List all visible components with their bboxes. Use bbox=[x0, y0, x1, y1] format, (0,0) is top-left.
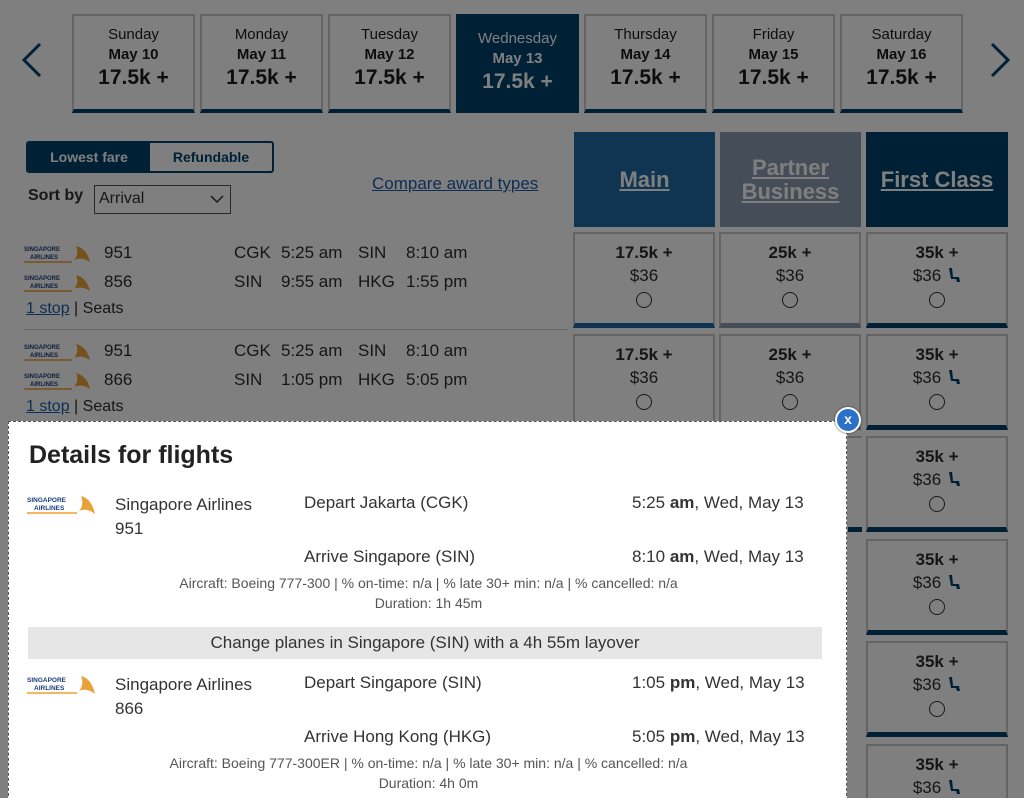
duration: Duration: 4h 0m bbox=[378, 775, 479, 791]
arrive-ampm: pm bbox=[669, 727, 696, 746]
aircraft-meta: Aircraft: Boeing 777-300 | % on-time: n/… bbox=[179, 575, 678, 591]
modal-close-button[interactable]: x bbox=[835, 407, 861, 433]
flight-number: 866 bbox=[115, 699, 144, 718]
singapore-airlines-logo: SINGAPOREAIRLINES bbox=[27, 672, 99, 703]
depart-datetime: 5:25 am, Wed, May 13 bbox=[632, 493, 804, 513]
depart-label: Depart Singapore (SIN) bbox=[304, 673, 482, 692]
modal-segment: SINGAPORE AIRLINES Singapore Airlines 866 … bbox=[9, 602, 848, 791]
arrive-date: , Wed, May 13 bbox=[695, 727, 805, 746]
close-icon: x bbox=[844, 411, 852, 427]
airline-info: Singapore Airlines 866 bbox=[115, 673, 252, 721]
arrive-datetime: 5:05 pm, Wed, May 13 bbox=[632, 727, 805, 747]
arrive-time: 8:10 bbox=[632, 547, 666, 566]
arrive-ampm: am bbox=[669, 547, 695, 566]
depart-label: Depart Jakarta (CGK) bbox=[304, 493, 469, 512]
airline-name: Singapore Airlines bbox=[115, 675, 253, 694]
airline-info: Singapore Airlines 951 bbox=[115, 493, 252, 541]
flight-number: 951 bbox=[115, 519, 144, 538]
modal-segment: SINGAPORE AIRLINES Singapore Airlines 951 … bbox=[9, 422, 848, 611]
singapore-airlines-logo: SINGAPOREAIRLINES bbox=[27, 492, 99, 523]
depart-time: 5:25 bbox=[632, 493, 666, 512]
depart-date: , Wed, May 13 bbox=[694, 493, 804, 512]
depart-ampm: am bbox=[669, 493, 695, 512]
svg-text:SINGAPORE: SINGAPORE bbox=[27, 677, 67, 684]
arrive-date: , Wed, May 13 bbox=[694, 547, 804, 566]
depart-datetime: 1:05 pm, Wed, May 13 bbox=[632, 673, 805, 693]
arrive-label: Arrive Singapore (SIN) bbox=[304, 547, 476, 566]
aircraft-meta: Aircraft: Boeing 777-300ER | % on-time: … bbox=[169, 755, 688, 771]
flight-details-modal: Details for flights SINGAPORE AIRLINES Si… bbox=[8, 421, 847, 798]
svg-text:SINGAPORE: SINGAPORE bbox=[27, 497, 67, 504]
svg-text:AIRLINES: AIRLINES bbox=[34, 685, 65, 692]
arrive-datetime: 8:10 am, Wed, May 13 bbox=[632, 547, 804, 567]
depart-date: , Wed, May 13 bbox=[695, 673, 805, 692]
depart-ampm: pm bbox=[669, 673, 696, 692]
arrive-time: 5:05 bbox=[632, 727, 666, 746]
depart-time: 1:05 bbox=[632, 673, 666, 692]
svg-text:AIRLINES: AIRLINES bbox=[34, 505, 65, 512]
airline-name: Singapore Airlines bbox=[115, 495, 253, 514]
arrive-label: Arrive Hong Kong (HKG) bbox=[304, 727, 492, 746]
